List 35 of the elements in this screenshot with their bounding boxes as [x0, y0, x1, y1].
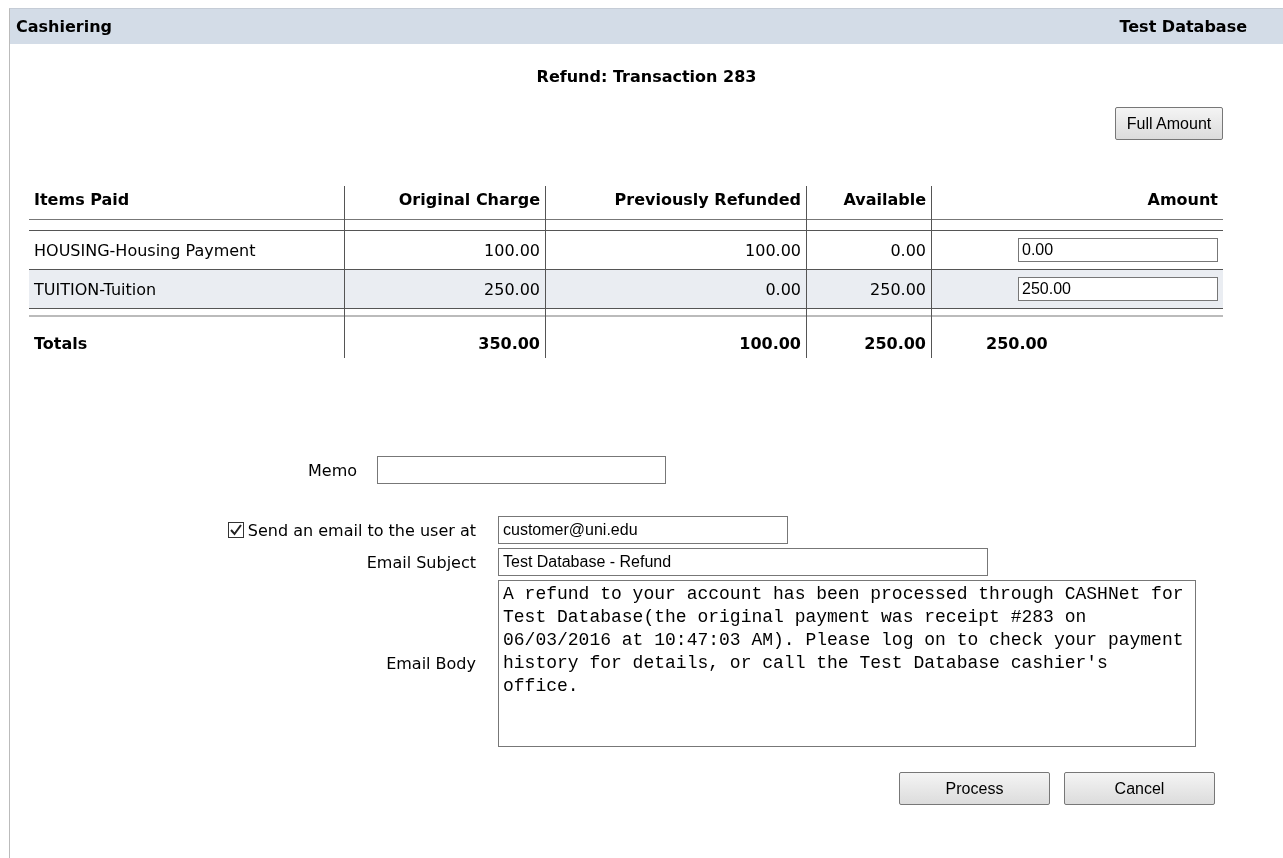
database-name: Test Database [1119, 17, 1247, 36]
totals-label: Totals [34, 334, 88, 353]
table-cell: 100.00 [484, 240, 540, 260]
table-cell: 0.00 [765, 279, 801, 299]
amount-field[interactable]: 250.00 [1018, 277, 1218, 301]
amount-field[interactable]: 0.00 [1018, 238, 1218, 262]
total-value: 100.00 [739, 334, 801, 353]
column-header: Items Paid [34, 190, 130, 209]
table-cell: HOUSING-Housing Payment [34, 240, 256, 260]
column-header: Original Charge [398, 190, 540, 209]
full-amount-button[interactable]: Full Amount [1115, 107, 1223, 140]
subject-label: Email Subject [366, 552, 476, 572]
body-label: Email Body [386, 654, 476, 673]
page-title: Refund: Transaction 283 [535, 67, 758, 88]
email-field[interactable]: customer@uni.edu [498, 516, 788, 544]
total-value: 250.00 [864, 334, 926, 353]
table-cell: 0.00 [890, 240, 926, 260]
total-value: 250.00 [986, 334, 1048, 353]
total-value: 350.00 [478, 334, 540, 353]
app-title: Cashiering [16, 17, 112, 36]
action-button[interactable]: Cancel [1064, 772, 1215, 805]
checkbox-label: Send an email to the user at [247, 520, 476, 540]
body-field[interactable]: A refund to your account has been processed through CASHNet for Test Database(the original payment was receipt #283 on 06/03/2016 at 10:47:03 AM). Please log on to check your payment history for details, or call the Test Database cashier's office. [498, 580, 1196, 747]
memo-field[interactable] [377, 456, 667, 484]
subject-field[interactable]: Test Database - Refund [498, 548, 988, 576]
action-button[interactable]: Process [899, 772, 1050, 805]
table-cell: 250.00 [484, 279, 540, 299]
checkbox[interactable] [227, 522, 244, 538]
column-header: Amount [1147, 190, 1218, 209]
column-header: Previously Refunded [614, 190, 801, 209]
table-cell: 250.00 [870, 279, 926, 299]
memo-label: Memo [308, 460, 358, 480]
table-cell: 100.00 [745, 240, 801, 260]
table-cell: TUITION-Tuition [34, 279, 157, 299]
column-header: Available [843, 190, 926, 209]
